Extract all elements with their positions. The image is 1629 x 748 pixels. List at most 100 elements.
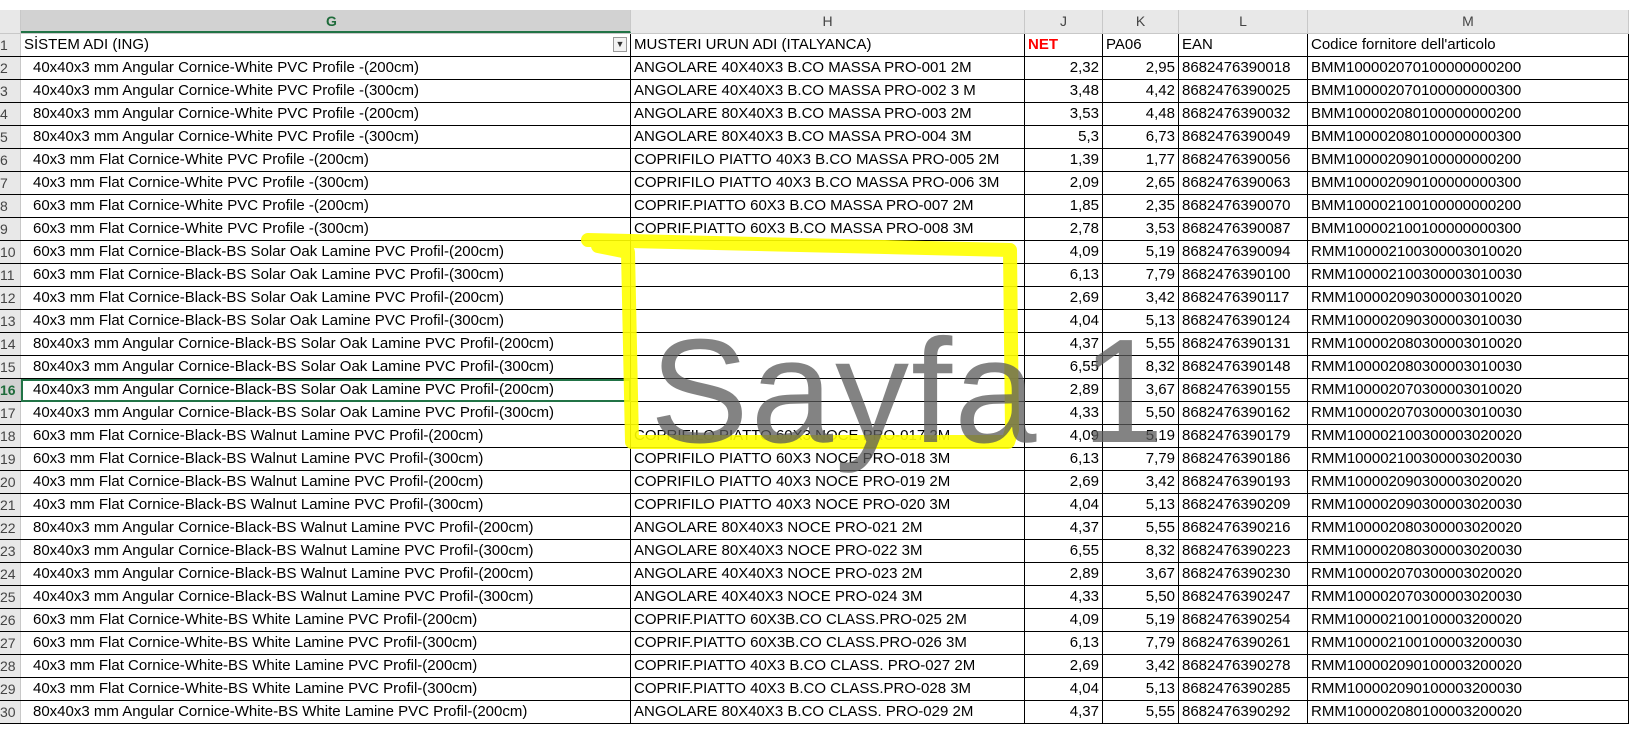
cell-system-name[interactable]: 40x3 mm Flat Cornice-Black-BS Solar Oak … bbox=[21, 287, 631, 309]
cell-pa06[interactable]: 3,53 bbox=[1103, 218, 1179, 240]
cell-ean[interactable]: 8682476390162 bbox=[1179, 402, 1308, 424]
cell-customer-product-name[interactable]: COPRIFILO PIATTO 40X3 NOCE PRO-020 3M bbox=[631, 494, 1025, 516]
cell-system-name[interactable]: 40x40x3 mm Angular Cornice-White PVC Pro… bbox=[21, 80, 631, 102]
cell-pa06[interactable]: 5,55 bbox=[1103, 701, 1179, 723]
row-number[interactable]: 13 bbox=[0, 310, 21, 332]
cell-system-name[interactable]: 60x3 mm Flat Cornice-White-BS White Lami… bbox=[21, 632, 631, 654]
header-cell-pa06[interactable]: PA06 bbox=[1103, 34, 1179, 56]
cell-system-name[interactable]: 80x40x3 mm Angular Cornice-Black-BS Sola… bbox=[21, 333, 631, 355]
cell-supplier-code[interactable]: RMM100002100300003020030 bbox=[1308, 448, 1629, 470]
cell-system-name[interactable]: 80x40x3 mm Angular Cornice-White-BS Whit… bbox=[21, 701, 631, 723]
cell-net[interactable]: 2,69 bbox=[1025, 471, 1103, 493]
cell-supplier-code[interactable]: BMM100002100100000000200 bbox=[1308, 195, 1629, 217]
cell-ean[interactable]: 8682476390261 bbox=[1179, 632, 1308, 654]
cell-customer-product-name[interactable]: ANGOLARE 40X40X3 B.CO MASSA PRO-001 2M bbox=[631, 57, 1025, 79]
row-number[interactable]: 24 bbox=[0, 563, 21, 585]
cell-ean[interactable]: 8682476390247 bbox=[1179, 586, 1308, 608]
cell-pa06[interactable]: 5,55 bbox=[1103, 333, 1179, 355]
cell-ean[interactable]: 8682476390179 bbox=[1179, 425, 1308, 447]
cell-system-name[interactable]: 60x3 mm Flat Cornice-Black-BS Solar Oak … bbox=[21, 241, 631, 263]
cell-supplier-code[interactable]: RMM100002090100003200020 bbox=[1308, 655, 1629, 677]
cell-system-name[interactable]: 60x3 mm Flat Cornice-Black-BS Walnut Lam… bbox=[21, 425, 631, 447]
cell-ean[interactable]: 8682476390216 bbox=[1179, 517, 1308, 539]
row-number[interactable]: 11 bbox=[0, 264, 21, 286]
cell-pa06[interactable]: 5,19 bbox=[1103, 241, 1179, 263]
cell-net[interactable]: 1,39 bbox=[1025, 149, 1103, 171]
cell-customer-product-name[interactable]: COPRIF.PIATTO 40X3 B.CO CLASS. PRO-027 2… bbox=[631, 655, 1025, 677]
cell-net[interactable]: 2,89 bbox=[1025, 563, 1103, 585]
header-cell-net[interactable]: NET bbox=[1025, 34, 1103, 56]
row-number[interactable]: 3 bbox=[0, 80, 21, 102]
cell-system-name[interactable]: 40x3 mm Flat Cornice-White PVC Profile -… bbox=[21, 149, 631, 171]
cell-net[interactable]: 4,37 bbox=[1025, 517, 1103, 539]
cell-supplier-code[interactable]: BMM100002090100000000200 bbox=[1308, 149, 1629, 171]
cell-ean[interactable]: 8682476390056 bbox=[1179, 149, 1308, 171]
cell-customer-product-name[interactable] bbox=[631, 333, 1025, 355]
filter-dropdown-icon[interactable]: ▼ bbox=[613, 37, 627, 52]
cell-supplier-code[interactable]: RMM100002070300003010030 bbox=[1308, 402, 1629, 424]
header-cell-system-name[interactable]: SİSTEM ADI (ING) ▼ bbox=[21, 34, 631, 56]
cell-supplier-code[interactable]: RMM100002090100003200030 bbox=[1308, 678, 1629, 700]
row-number[interactable]: 9 bbox=[0, 218, 21, 240]
cell-system-name[interactable]: 60x3 mm Flat Cornice-White-BS White Lami… bbox=[21, 609, 631, 631]
cell-pa06[interactable]: 5,13 bbox=[1103, 678, 1179, 700]
cell-system-name[interactable]: 40x3 mm Flat Cornice-Black-BS Solar Oak … bbox=[21, 310, 631, 332]
cell-system-name[interactable]: 40x3 mm Flat Cornice-White-BS White Lami… bbox=[21, 678, 631, 700]
cell-pa06[interactable]: 2,35 bbox=[1103, 195, 1179, 217]
cell-pa06[interactable]: 5,19 bbox=[1103, 425, 1179, 447]
row-number[interactable]: 19 bbox=[0, 448, 21, 470]
row-number[interactable]: 15 bbox=[0, 356, 21, 378]
cell-system-name[interactable]: 40x40x3 mm Angular Cornice-Black-BS Sola… bbox=[21, 402, 631, 424]
cell-ean[interactable]: 8682476390094 bbox=[1179, 241, 1308, 263]
cell-system-name[interactable]: 80x40x3 mm Angular Cornice-Black-BS Waln… bbox=[21, 540, 631, 562]
cell-pa06[interactable]: 1,77 bbox=[1103, 149, 1179, 171]
cell-system-name[interactable]: 60x3 mm Flat Cornice-Black-BS Solar Oak … bbox=[21, 264, 631, 286]
cell-supplier-code[interactable]: BMM100002100100000000300 bbox=[1308, 218, 1629, 240]
header-cell-supplier-code[interactable]: Codice fornitore dell'articolo bbox=[1308, 34, 1629, 56]
cell-pa06[interactable]: 3,42 bbox=[1103, 287, 1179, 309]
cell-net[interactable]: 4,04 bbox=[1025, 494, 1103, 516]
cell-supplier-code[interactable]: BMM100002080100000000200 bbox=[1308, 103, 1629, 125]
header-cell-ean[interactable]: EAN bbox=[1179, 34, 1308, 56]
row-number[interactable]: 8 bbox=[0, 195, 21, 217]
cell-pa06[interactable]: 3,67 bbox=[1103, 563, 1179, 585]
cell-net[interactable]: 6,13 bbox=[1025, 264, 1103, 286]
cell-pa06[interactable]: 4,42 bbox=[1103, 80, 1179, 102]
cell-net[interactable]: 4,33 bbox=[1025, 586, 1103, 608]
cell-net[interactable]: 2,32 bbox=[1025, 57, 1103, 79]
row-number[interactable]: 16 bbox=[0, 379, 21, 401]
cell-customer-product-name[interactable] bbox=[631, 241, 1025, 263]
spreadsheet-grid[interactable]: G H J K L M 1 SİSTEM ADI (ING) ▼ MUSTERI… bbox=[0, 10, 1629, 724]
cell-net[interactable]: 4,33 bbox=[1025, 402, 1103, 424]
cell-net[interactable]: 2,69 bbox=[1025, 655, 1103, 677]
cell-pa06[interactable]: 2,95 bbox=[1103, 57, 1179, 79]
row-number[interactable]: 10 bbox=[0, 241, 21, 263]
row-number[interactable]: 20 bbox=[0, 471, 21, 493]
cell-supplier-code[interactable]: RMM100002080300003010030 bbox=[1308, 356, 1629, 378]
cell-net[interactable]: 2,69 bbox=[1025, 287, 1103, 309]
cell-ean[interactable]: 8682476390278 bbox=[1179, 655, 1308, 677]
cell-customer-product-name[interactable] bbox=[631, 356, 1025, 378]
cell-ean[interactable]: 8682476390254 bbox=[1179, 609, 1308, 631]
row-number[interactable]: 12 bbox=[0, 287, 21, 309]
cell-pa06[interactable]: 7,79 bbox=[1103, 632, 1179, 654]
cell-pa06[interactable]: 5,55 bbox=[1103, 517, 1179, 539]
cell-pa06[interactable]: 5,13 bbox=[1103, 494, 1179, 516]
cell-net[interactable]: 4,37 bbox=[1025, 333, 1103, 355]
cell-system-name[interactable]: 60x3 mm Flat Cornice-White PVC Profile -… bbox=[21, 195, 631, 217]
row-number[interactable]: 14 bbox=[0, 333, 21, 355]
cell-net[interactable]: 2,09 bbox=[1025, 172, 1103, 194]
column-header-g[interactable]: G bbox=[21, 10, 631, 33]
cell-net[interactable]: 2,89 bbox=[1025, 379, 1103, 401]
cell-net[interactable]: 4,04 bbox=[1025, 678, 1103, 700]
cell-customer-product-name[interactable] bbox=[631, 287, 1025, 309]
row-number[interactable]: 27 bbox=[0, 632, 21, 654]
cell-customer-product-name[interactable]: ANGOLARE 80X40X3 B.CO MASSA PRO-003 2M bbox=[631, 103, 1025, 125]
cell-system-name[interactable]: 60x3 mm Flat Cornice-White PVC Profile -… bbox=[21, 218, 631, 240]
cell-system-name[interactable]: 80x40x3 mm Angular Cornice-White PVC Pro… bbox=[21, 126, 631, 148]
cell-customer-product-name[interactable] bbox=[631, 402, 1025, 424]
cell-system-name[interactable]: 40x3 mm Flat Cornice-Black-BS Walnut Lam… bbox=[21, 471, 631, 493]
cell-system-name[interactable]: 40x40x3 mm Angular Cornice-Black-BS Waln… bbox=[21, 563, 631, 585]
cell-system-name[interactable]: 40x40x3 mm Angular Cornice-White PVC Pro… bbox=[21, 57, 631, 79]
row-number[interactable]: 18 bbox=[0, 425, 21, 447]
